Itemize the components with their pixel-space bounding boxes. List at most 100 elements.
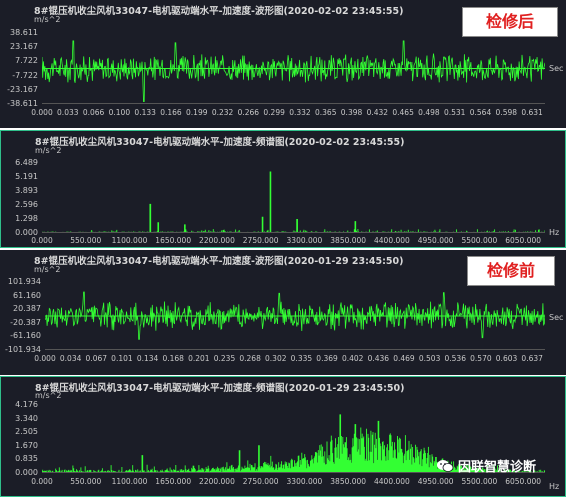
signal-trace: [42, 40, 545, 102]
x-tick-label: 0.000: [31, 477, 53, 486]
x-tick-label: 0.166: [160, 108, 182, 117]
x-tick-label: 0.398: [340, 108, 363, 117]
y-tick-label: 101.934: [7, 277, 41, 286]
x-tick-label: 550.000: [70, 477, 102, 486]
x-tick-label: 3300.000: [286, 236, 323, 245]
x-tick-label: 0.000: [31, 236, 53, 245]
x-tick-label: 0.268: [239, 354, 261, 363]
x-tick-label: 550.000: [70, 236, 102, 245]
x-tick-label: 5500.000: [461, 236, 498, 245]
y-tick-label: 1.670: [15, 440, 38, 450]
x-tick-label: 0.066: [82, 108, 105, 117]
y-tick-label: -61.160: [10, 331, 41, 341]
x-tick-label: 0.503: [418, 354, 441, 363]
x-tick-label: 0.369: [316, 354, 338, 363]
y-tick-label: -38.611: [7, 99, 38, 108]
y-tick-label: -23.167: [7, 84, 38, 94]
x-tick-label: 0.570: [470, 354, 492, 363]
x-tick-label: 0.000: [31, 108, 53, 117]
x-tick-label: 0.000: [34, 354, 56, 363]
x-tick-label: 0.067: [85, 354, 108, 363]
x-unit: Sec: [549, 313, 564, 322]
x-tick-label: 0.133: [134, 108, 156, 117]
x-tick-label: 1100.000: [111, 477, 148, 486]
x-tick-label: 4400.000: [374, 236, 410, 245]
y-tick-label: 61.160: [13, 290, 41, 300]
x-tick-label: 2200.000: [199, 477, 235, 486]
y-unit: m/s^2: [35, 146, 62, 155]
y-tick-label: 38.611: [10, 28, 38, 37]
signal-trace: [42, 171, 545, 233]
x-tick-label: 0.100: [108, 108, 131, 117]
chart-title: 8#锟压机收尘风机33047-电机驱动端水平-加速度-频谱图(2020-02-0…: [35, 137, 405, 148]
y-tick-label: 23.167: [10, 42, 38, 52]
y-tick-label: 0.000: [15, 468, 38, 477]
x-tick-label: 4950.000: [417, 236, 454, 245]
x-tick-label: 0.199: [186, 108, 208, 117]
x-tick-label: 0.033: [57, 108, 79, 117]
y-tick-label: 3.340: [15, 413, 38, 423]
wechat-icon: [437, 460, 454, 472]
x-tick-label: 1650.000: [155, 236, 192, 245]
x-tick-label: 3850.000: [330, 477, 367, 486]
x-tick-label: 3300.000: [286, 477, 323, 486]
x-tick-label: 0.302: [265, 354, 287, 363]
signal-trace: [45, 291, 545, 340]
x-tick-label: 1100.000: [111, 236, 148, 245]
y-tick-label: 7.722: [15, 56, 38, 66]
plot-area: [42, 40, 545, 104]
y-tick-label: 6.489: [15, 158, 38, 167]
y-unit: m/s^2: [34, 265, 61, 274]
y-tick-label: 3.893: [15, 186, 38, 195]
y-tick-label: 1.298: [15, 214, 38, 223]
brand-name: 因联智慧诊断: [458, 460, 537, 475]
x-tick-label: 2200.000: [199, 236, 235, 245]
x-tick-label: 6050.000: [505, 236, 542, 245]
y-tick-label: 0.835: [15, 454, 38, 464]
x-unit: Hz: [549, 228, 560, 237]
x-tick-label: 0.168: [162, 354, 184, 363]
x-tick-label: 0.201: [188, 354, 210, 363]
x-tick-label: 2750.000: [242, 236, 279, 245]
x-tick-label: 0.101: [111, 354, 133, 363]
x-tick-label: 2750.000: [242, 477, 279, 486]
y-unit: m/s^2: [34, 15, 61, 24]
y-unit: m/s^2: [35, 391, 62, 400]
chart-title: 8#锟压机收尘风机33047-电机驱动端水平-加速度-频谱图(2020-01-2…: [35, 383, 405, 394]
x-tick-label: 0.232: [211, 108, 234, 117]
x-tick-label: 0.469: [393, 354, 415, 363]
x-tick-label: 0.603: [495, 354, 518, 363]
y-tick-label: 5.191: [15, 172, 38, 181]
y-tick-label: 2.596: [15, 200, 38, 209]
x-tick-label: 0.531: [443, 108, 466, 117]
x-tick-label: 1650.000: [155, 477, 192, 486]
x-tick-label: 0.564: [469, 108, 492, 117]
x-tick-label: 0.134: [136, 354, 159, 363]
y-tick-label: -101.934: [5, 345, 41, 354]
y-tick-label: -20.387: [10, 317, 41, 327]
x-unit: Hz: [549, 482, 560, 491]
x-tick-label: 0.465: [392, 108, 414, 117]
x-tick-label: 0.266: [237, 108, 260, 117]
brand-logo: 因联智慧诊断: [436, 456, 536, 475]
x-tick-label: 0.498: [418, 108, 440, 117]
x-tick-label: 3850.000: [330, 236, 367, 245]
x-tick-label: 0.299: [263, 108, 285, 117]
x-tick-label: 5500.000: [461, 477, 498, 486]
x-tick-label: 0.436: [367, 354, 390, 363]
x-tick-label: 0.235: [213, 354, 236, 363]
x-tick-label: 0.365: [314, 108, 337, 117]
x-tick-label: 6050.000: [505, 477, 542, 486]
plot-area: [45, 291, 545, 350]
x-tick-label: 0.637: [521, 354, 543, 363]
x-tick-label: 0.332: [289, 108, 311, 117]
x-tick-label: 0.631: [521, 108, 543, 117]
x-tick-label: 0.536: [444, 354, 466, 363]
y-tick-label: 4.176: [15, 400, 38, 409]
y-tick-label: 2.505: [15, 427, 38, 437]
x-unit: Sec: [549, 64, 564, 73]
x-tick-label: 0.432: [366, 108, 389, 117]
x-tick-label: 0.034: [59, 354, 82, 363]
y-tick-label: 20.387: [13, 304, 41, 314]
x-tick-label: 0.598: [495, 108, 518, 117]
